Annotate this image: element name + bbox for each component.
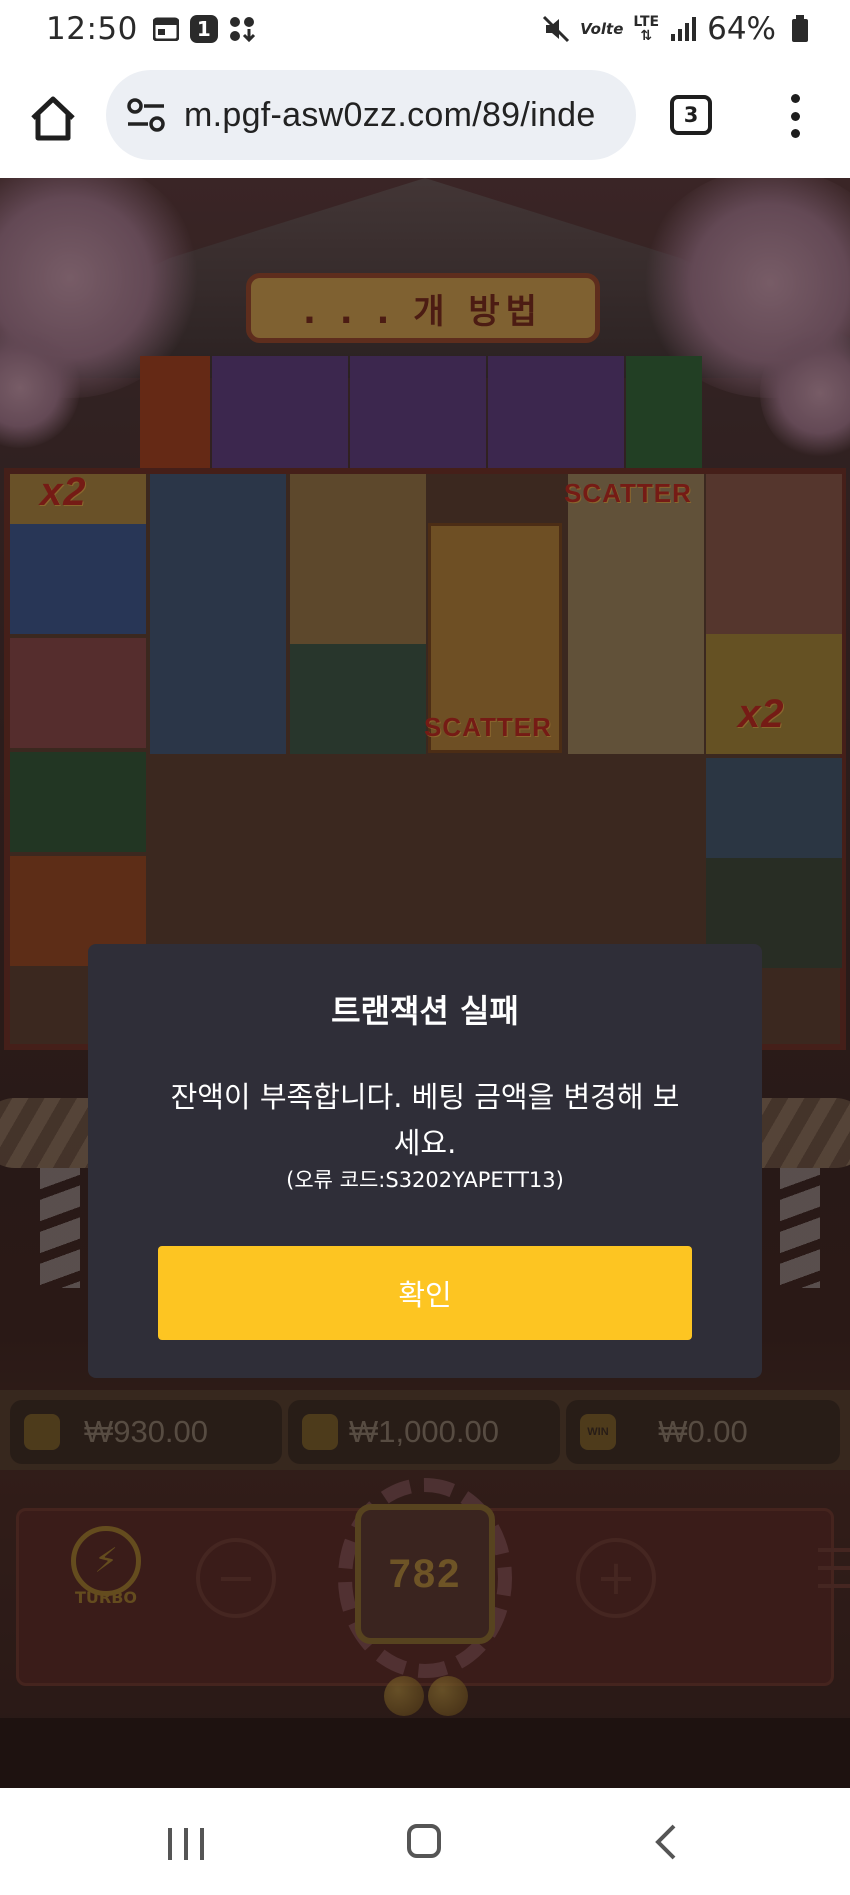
win-icon: WIN (580, 1414, 616, 1450)
wallet-balance-value: ₩930.00 (83, 1414, 209, 1449)
lte-label: LTE (633, 14, 660, 30)
bet-amount-value: ₩1,000.00 (349, 1414, 499, 1449)
top-reel-cell (626, 356, 702, 472)
home-nav-icon[interactable] (407, 1824, 441, 1858)
multiplier-label: x2 (40, 470, 87, 514)
system-nav-bar (0, 1788, 850, 1895)
status-time: 12:50 (46, 11, 138, 47)
site-settings-icon[interactable] (126, 97, 166, 133)
scatter-label: SCATTER (564, 478, 692, 508)
recent-apps-icon[interactable] (168, 1828, 204, 1860)
top-reel-cell (140, 356, 210, 472)
volte-icon: Volte (580, 20, 624, 38)
ways-title-board: . . . 개 방법 (246, 273, 600, 343)
dots-download-icon (228, 15, 256, 43)
url-text[interactable]: m.pgf-asw0zz.com/89/inde (184, 96, 596, 135)
paper-streamer (40, 1168, 80, 1288)
balance-bar: ₩930.00 ₩1,000.00 WIN ₩0.00 (0, 1390, 850, 1470)
game-menu-icon[interactable] (818, 1548, 850, 1588)
multiplier-label: x2 (738, 692, 785, 736)
top-reel-cell (488, 356, 624, 472)
win-amount: WIN ₩0.00 (566, 1400, 840, 1464)
url-bar[interactable]: m.pgf-asw0zz.com/89/inde (106, 70, 636, 160)
battery-icon (786, 15, 814, 43)
bet-increase-button[interactable]: + (576, 1538, 656, 1618)
symbol-cell (290, 644, 426, 754)
wallet-balance: ₩930.00 (10, 1400, 282, 1464)
status-bar: 12:50 1 Volte LTE ⇅ 64% (0, 0, 850, 58)
symbol-cell (706, 474, 842, 634)
more-menu-icon[interactable] (780, 94, 810, 138)
top-reel-cell (212, 356, 348, 472)
signal-icon (669, 15, 697, 43)
floor (0, 1718, 850, 1788)
symbol-cell (10, 752, 146, 852)
paper-streamer (780, 1168, 820, 1288)
symbol-cell (150, 474, 286, 754)
notification-badge-icon: 1 (189, 15, 218, 43)
symbol-cell (568, 474, 704, 754)
symbol-cell (290, 474, 426, 644)
tabs-icon[interactable]: 3 (670, 95, 712, 135)
game-canvas[interactable]: . . . 개 방법 x2 SCATTER SCATTER x2 ₩930.00… (0, 178, 850, 1788)
turbo-button[interactable]: ⚡ TURBO (56, 1526, 156, 1626)
spin-button[interactable]: 782 (355, 1504, 495, 1644)
mute-icon (542, 15, 570, 43)
browser-toolbar: m.pgf-asw0zz.com/89/inde 3 (0, 58, 850, 178)
coins-icon (302, 1414, 338, 1450)
error-code: (오류 코드:S3202YAPETT13) (286, 1168, 564, 1192)
symbol-cell (10, 524, 146, 634)
scatter-label: SCATTER (424, 712, 552, 742)
symbol-cell (706, 758, 842, 858)
bells-icon (384, 1676, 468, 1716)
symbol-cell (10, 638, 146, 748)
calendar-icon (152, 15, 180, 43)
home-icon[interactable] (28, 94, 78, 144)
wallet-icon (24, 1414, 60, 1450)
lightning-icon: ⚡ (71, 1526, 141, 1596)
back-icon[interactable] (650, 1824, 686, 1860)
transaction-failed-dialog: 트랜잭션 실패 잔액이 부족합니다. 베팅 금액을 변경해 보세요. (오류 코… (88, 944, 762, 1378)
lte-icon: LTE ⇅ (633, 14, 660, 44)
bet-amount[interactable]: ₩1,000.00 (288, 1400, 560, 1464)
dialog-title: 트랜잭션 실패 (331, 992, 519, 1030)
dialog-message: 잔액이 부족합니다. 베팅 금액을 변경해 보세요. (170, 1080, 680, 1160)
confirm-button[interactable]: 확인 (158, 1246, 692, 1340)
bet-decrease-button[interactable]: − (196, 1538, 276, 1618)
top-reel-cell (350, 356, 486, 472)
battery-percent: 64% (707, 11, 776, 47)
turbo-label: TURBO (74, 1588, 138, 1607)
win-amount-value: ₩0.00 (658, 1414, 748, 1449)
